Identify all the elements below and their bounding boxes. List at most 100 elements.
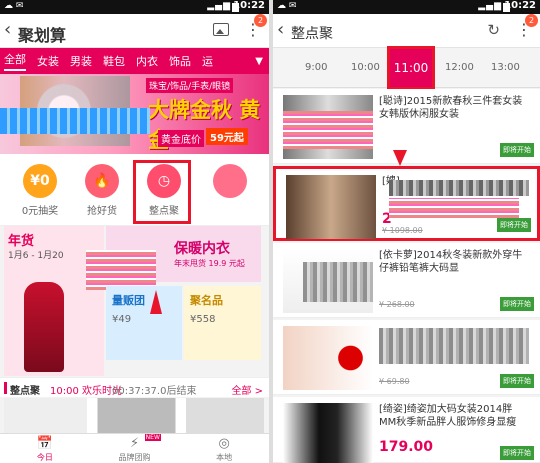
redacted-area (283, 111, 373, 149)
signal-icon: ▂▄▆ (478, 1, 502, 11)
product-image (283, 326, 373, 390)
model-image (24, 282, 64, 372)
notification-badge: 2 (525, 14, 538, 27)
time-slot[interactable]: 10:00 (351, 62, 380, 73)
highlight-box (387, 46, 435, 90)
product-old-price: ¥ 69.80 (379, 377, 410, 386)
bottom-nav-label: 本地 (216, 453, 233, 462)
tab-women[interactable]: 女装 (37, 53, 59, 69)
fire-icon: 🔥 (85, 164, 119, 198)
hourly-section-header: 整点聚 10:00 欢乐时光 00:37:37.0后结束 全部 > (0, 377, 269, 397)
quick-nav-more[interactable] (200, 164, 260, 198)
coming-soon-button[interactable]: 即将开始 (500, 374, 534, 388)
promo-title: 年货 (8, 234, 35, 249)
back-icon[interactable]: ‹ (4, 20, 11, 40)
redacted-area (389, 198, 519, 218)
app-header: ‹ 整点聚 ↻ ⋮ 2 (273, 14, 540, 48)
redacted-area (303, 262, 373, 302)
section-all-link[interactable]: 全部 > (231, 382, 263, 397)
product-old-price: ¥ 268.00 (379, 300, 415, 309)
chevron-down-icon[interactable]: ▼ (255, 56, 263, 67)
promo-brands[interactable]: 聚名品 ¥558 (184, 286, 261, 360)
tab-accessories[interactable]: 饰品 (169, 53, 191, 69)
promo-title: 保暖内衣 (174, 241, 230, 257)
coming-soon-button[interactable]: 即将开始 (500, 143, 534, 157)
app-header: ‹ 聚划算 ⋮ 2 (0, 14, 269, 48)
tab-sports[interactable]: 运 (202, 53, 213, 69)
bottom-nav-local[interactable]: ◎ 本地 (179, 434, 269, 463)
time-slot[interactable]: 13:00 (491, 62, 520, 73)
tab-men[interactable]: 男装 (70, 53, 92, 69)
category-tabs: 全部 女装 男装 鞋包 内衣 饰品 运 ▼ (0, 48, 269, 74)
bottom-nav-today[interactable]: 📅 今日 (0, 434, 90, 463)
notification-icons: ☁ ✉ (4, 1, 24, 11)
image-icon[interactable] (213, 23, 229, 36)
redacted-area (0, 108, 150, 134)
status-time: 10:22 (233, 0, 265, 11)
product-title: [聪诗]2015新款春秋三件套女装女韩版休闲服女装 (379, 96, 523, 120)
promo-sub: 年末甩货 19.9 元起 (174, 259, 245, 268)
arrow-indicator (393, 150, 407, 166)
promo-banner[interactable]: 珠宝/饰品/手表/眼镜 大牌金秋 黄金 黄金底价 59元起 (0, 74, 269, 154)
app-title: 聚划算 (18, 26, 67, 45)
app-title: 整点聚 (291, 26, 333, 42)
quick-nav-free-lottery[interactable]: ¥0 0元抽奖 (10, 164, 70, 217)
new-badge: NEW (144, 434, 161, 441)
product-price: 179.00 (379, 439, 434, 455)
promo-title: 量贩团 (112, 294, 145, 307)
status-bar: ☁ ✉ ▂▄▆ 10:22 (273, 0, 540, 14)
coming-soon-button[interactable]: 即将开始 (500, 297, 534, 311)
promo-price: ¥49 (112, 314, 132, 325)
time-slot[interactable]: 9:00 (305, 62, 327, 73)
quick-nav-label: 0元抽奖 (21, 206, 59, 217)
notification-badge: 2 (254, 14, 267, 27)
promo-bulk[interactable]: 量贩团 ¥49 (106, 286, 182, 360)
promo-new-year[interactable]: 年货 1月6 - 1月20 (4, 226, 104, 376)
right-screen: ☁ ✉ ▂▄▆ 10:22 ‹ 整点聚 ↻ ⋮ 2 9:00 10:00 11:… (273, 0, 540, 463)
product-image (286, 175, 376, 239)
circle-icon (213, 164, 247, 198)
bottom-nav: 📅 今日 NEW ⚡ 品牌团购 ◎ 本地 (0, 433, 269, 463)
signal-icon: ▂▄▆ (207, 1, 231, 11)
product-old-price: ¥ 1098.00 (382, 226, 423, 235)
product-thumbnails[interactable] (4, 398, 264, 434)
promo-date: 1月6 - 1月20 (8, 251, 64, 261)
notification-icons: ☁ ✉ (277, 1, 297, 11)
redacted-area (379, 328, 529, 364)
redacted-area (86, 250, 156, 290)
tab-underwear[interactable]: 内衣 (136, 53, 158, 69)
product-title: [依卡萝]2014秋冬装新款外穿牛仔裤铅笔裤大码显 (379, 250, 523, 274)
bottom-nav-brand[interactable]: NEW ⚡ 品牌团购 (90, 434, 180, 463)
section-accent-bar (4, 382, 7, 394)
quick-nav: ¥0 0元抽奖 🔥 抢好货 ◷ 整点聚 (0, 154, 269, 226)
tab-all[interactable]: 全部 (4, 51, 26, 71)
bottom-nav-label: 品牌团购 (118, 453, 151, 462)
promo-price: ¥558 (190, 314, 216, 325)
status-bar: ☁ ✉ ▂▄▆ 10:22 (0, 0, 269, 14)
banner-price: 59元起 (206, 128, 248, 145)
lightning-icon: ⚡ (129, 436, 140, 451)
product-item[interactable]: [绮姿]绮姿加大码女装2014胖MM秋季新品胖人服饰修身显瘦 179.00 即将… (273, 397, 540, 463)
section-countdown: 00:37:37.0后结束 (112, 386, 197, 397)
back-icon[interactable]: ‹ (277, 20, 284, 40)
bottom-nav-label: 今日 (36, 453, 53, 462)
quick-nav-hot-deals[interactable]: 🔥 抢好货 (72, 164, 132, 217)
product-image (283, 403, 373, 463)
section-title: 整点聚 (10, 386, 40, 397)
refresh-icon[interactable]: ↻ (487, 21, 500, 39)
promo-title: 聚名品 (190, 294, 223, 307)
coming-soon-button[interactable]: 即将开始 (497, 218, 531, 232)
status-time: 10:22 (504, 0, 536, 11)
redacted-area (389, 180, 529, 196)
time-slot-bar: 9:00 10:00 11:00 12:00 13:00 (273, 46, 540, 90)
banner-tag: 珠宝/饰品/手表/眼镜 (146, 78, 234, 93)
quick-nav-label: 抢好货 (87, 206, 117, 217)
time-slot[interactable]: 12:00 (445, 62, 474, 73)
highlight-box (133, 160, 191, 224)
tab-shoes-bags[interactable]: 鞋包 (103, 53, 125, 69)
arrow-indicator (150, 290, 162, 314)
calendar-icon: 📅 (36, 436, 53, 451)
banner-sub: 黄金底价 (158, 130, 204, 147)
coming-soon-button[interactable]: 即将开始 (500, 446, 534, 460)
left-screen: ☁ ✉ ▂▄▆ 10:22 ‹ 聚划算 ⋮ 2 全部 女装 男装 鞋包 内衣 饰… (0, 0, 269, 463)
